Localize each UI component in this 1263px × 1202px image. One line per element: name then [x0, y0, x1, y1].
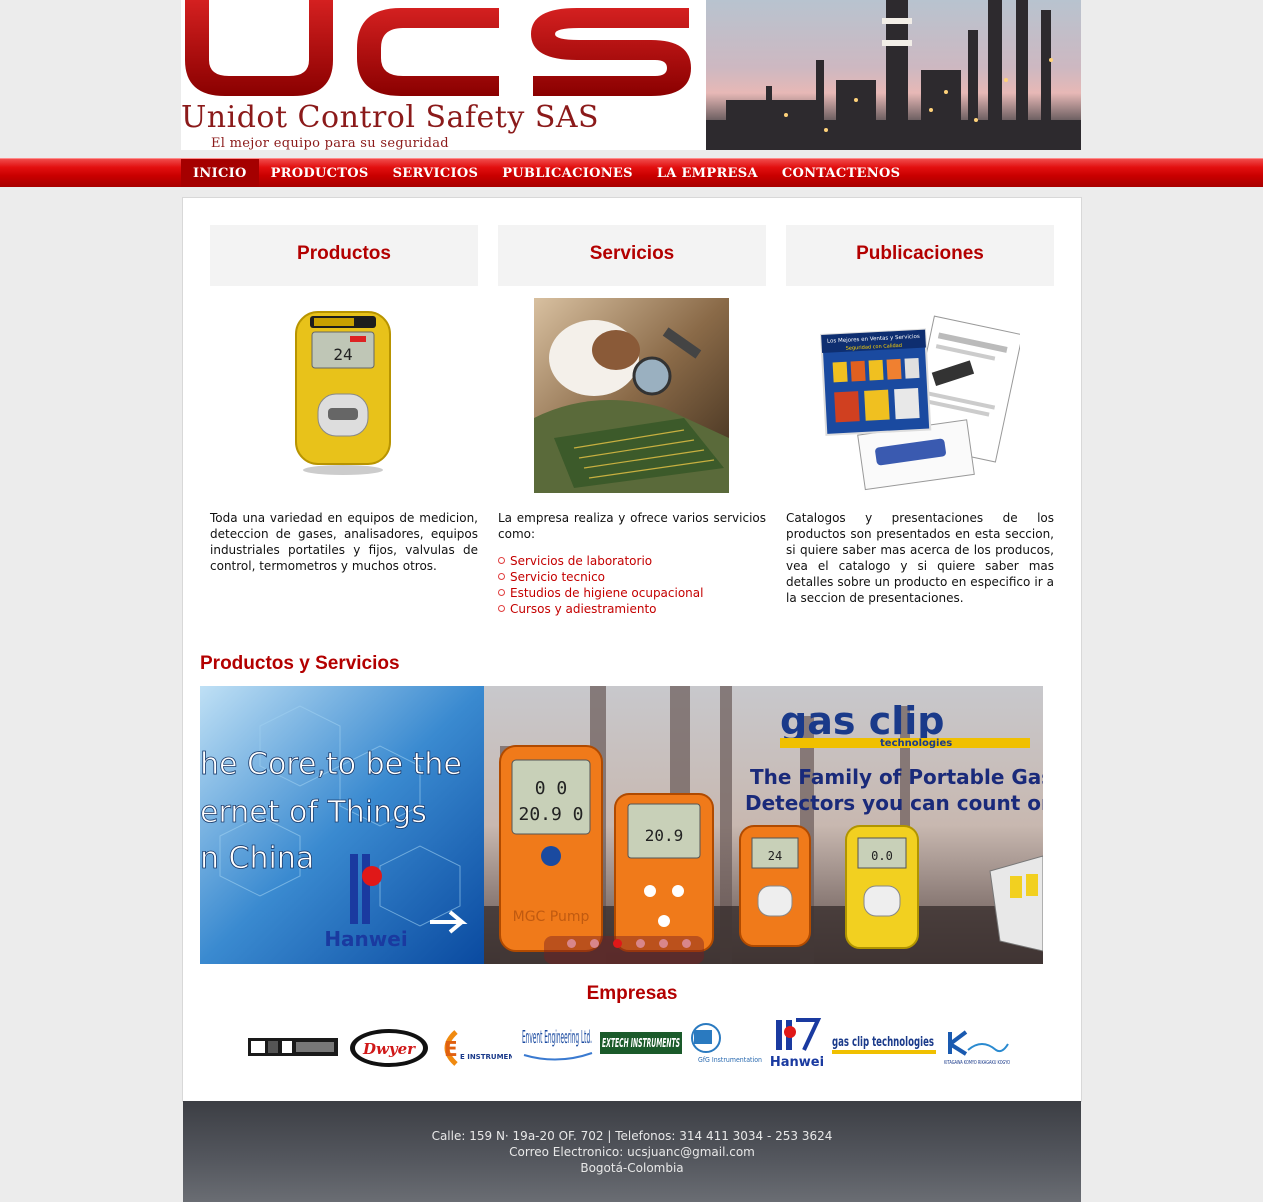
refinery-silhouette: [706, 0, 1081, 150]
ucs-logo-letters: [185, 0, 691, 96]
svg-text:E: E: [444, 1037, 458, 1061]
main-content: Productos 24 Toda una variedad en equipo…: [182, 197, 1082, 1102]
refinery-banner-image: [706, 0, 1081, 150]
gas-detector-image[interactable]: 24: [288, 298, 398, 481]
bullet-icon: [498, 573, 505, 580]
svg-text:Dwyer: Dwyer: [362, 1040, 416, 1058]
gasclip-slide-logo: gas clip: [780, 699, 944, 743]
slide-right-tagline1: The Family of Portable Gas: [750, 765, 1043, 789]
productos-heading[interactable]: Productos: [210, 225, 478, 286]
nav-contactenos[interactable]: CONTACTENOS: [770, 159, 912, 187]
servicio-cursos-link[interactable]: Cursos y adiestramiento: [498, 601, 766, 617]
slide-left-line2: ernet of Things: [200, 795, 427, 830]
nav-la-empresa[interactable]: LA EMPRESA: [645, 159, 770, 187]
slider-image: he Core,to be the ernet of Things n Chin…: [200, 686, 1043, 964]
svg-text:E INSTRUMENTS: E INSTRUMENTS: [460, 1053, 512, 1061]
slider-dot-3[interactable]: [613, 939, 622, 948]
kitagawa-logo[interactable]: KITAGAWA KOMYO RIKAGAKU KOGYO: [942, 1024, 1012, 1069]
bullet-icon: [498, 557, 505, 564]
nav-productos[interactable]: PRODUCTOS: [259, 159, 381, 187]
detector-reading: 24: [333, 345, 352, 364]
footer-address: Calle: 159 N· 19a-20 OF. 702 | Telefonos…: [431, 1129, 833, 1143]
servicios-description: La empresa realiza y ofrece varios servi…: [498, 510, 766, 617]
company-logos: Dwyer EE INSTRUMENTS Envent Engineering …: [248, 1018, 1018, 1073]
logo[interactable]: Unidot Control Safety SAS El mejor equip…: [181, 0, 706, 150]
mgc-label: MGC Pump: [513, 909, 590, 925]
slide-left-line3: n China: [200, 841, 314, 876]
device3-reading: 24: [768, 849, 782, 863]
slide-left-brand: Hanwei: [324, 927, 407, 951]
main-navigation: INICIO PRODUCTOS SERVICIOS PUBLICACIONES…: [0, 158, 1263, 187]
slide-right-tagline2: Detectors you can count on: [745, 791, 1043, 815]
dwyer-logo[interactable]: Dwyer: [349, 1028, 429, 1071]
slider-dot-1[interactable]: [567, 939, 576, 948]
slider-dot-5[interactable]: [659, 939, 668, 948]
extech-logo[interactable]: EXTECH INSTRUMENTS: [600, 1032, 682, 1057]
svg-text:KITAGAWA KOMYO RIKAGAKU KOGYO: KITAGAWA KOMYO RIKAGAKU KOGYO: [944, 1060, 1010, 1066]
svg-text:EXTECH INSTRUMENTS: EXTECH INSTRUMENTS: [602, 1036, 680, 1050]
svg-text:GfG Instrumentation: GfG Instrumentation: [698, 1056, 762, 1064]
publicaciones-description: Catalogos y presentaciones de los produc…: [786, 511, 1054, 605]
envent-logo[interactable]: Envent Engineering Ltd.: [518, 1023, 596, 1068]
productos-column: Productos 24 Toda una variedad en equipo…: [210, 225, 478, 573]
servicios-column: Servicios La empresa realiza y ofrece va…: [498, 225, 766, 616]
bullet-icon: [498, 605, 505, 612]
nav-publicaciones[interactable]: PUBLICACIONES: [490, 159, 645, 187]
empresas-title: Empresas: [586, 983, 678, 1004]
slogan: El mejor equipo para su seguridad: [211, 136, 449, 150]
servicio-tecnico-link[interactable]: Servicio tecnico: [498, 569, 766, 585]
publicaciones-column: Publicaciones Los Mejores en Ventas y Se…: [786, 225, 1054, 605]
servicios-intro: La empresa realiza y ofrece varios servi…: [498, 511, 766, 541]
svg-text:gas clip technologies: gas clip technologies: [832, 1035, 934, 1050]
lab-technician-image[interactable]: [534, 298, 729, 496]
slide-left-line1: he Core,to be the: [200, 747, 462, 782]
svg-text:Hanwei: Hanwei: [770, 1055, 824, 1068]
slider-dot-2[interactable]: [590, 939, 599, 948]
slider-dot-6[interactable]: [682, 939, 691, 948]
device2-reading: 20.9: [645, 826, 684, 845]
servicio-higiene-link[interactable]: Estudios de higiene ocupacional: [498, 585, 766, 601]
mgc-reading2: 20.9 0: [518, 804, 583, 825]
brochure-image[interactable]: Los Mejores en Ventas y Servicios Seguri…: [820, 298, 1024, 496]
productos-servicios-title: Productos y Servicios: [200, 653, 400, 674]
footer-email[interactable]: Correo Electronico: ucsjuanc@gmail.com: [183, 1144, 1081, 1160]
hanwei-logo[interactable]: Hanwei: [768, 1018, 826, 1071]
publicaciones-heading[interactable]: Publicaciones: [786, 225, 1054, 286]
bullet-icon: [498, 589, 505, 596]
servicios-heading[interactable]: Servicios: [498, 225, 766, 286]
servicio-laboratorio-link[interactable]: Servicios de laboratorio: [498, 553, 766, 569]
slider-dot-4[interactable]: [636, 939, 645, 948]
device4-reading: 0.0: [871, 849, 893, 863]
e-instruments-logo[interactable]: EE INSTRUMENTS: [436, 1028, 524, 1071]
svg-text:Envent Engineering Ltd.: Envent Engineering Ltd.: [522, 1027, 592, 1048]
site-footer: Calle: 159 N· 19a-20 OF. 702 | Telefonos…: [183, 1101, 1081, 1202]
gfg-logo[interactable]: GfG Instrumentation: [684, 1022, 764, 1069]
servicios-list: Servicios de laboratorio Servicio tecnic…: [498, 553, 766, 617]
productos-description: Toda una variedad en equipos de medicion…: [210, 511, 478, 573]
company-name: Unidot Control Safety SAS: [181, 100, 600, 135]
site-header: Unidot Control Safety SAS El mejor equip…: [181, 0, 1081, 150]
gasclip-logo[interactable]: gas clip technologies: [832, 1026, 936, 1065]
footer-city: Bogotá-Colombia: [580, 1161, 684, 1175]
mgc-reading1: 0 0: [535, 778, 568, 799]
nav-inicio[interactable]: INICIO: [181, 159, 259, 187]
slider-pagination: [560, 939, 698, 948]
partner-logo-1[interactable]: [248, 1038, 338, 1059]
nav-servicios[interactable]: SERVICIOS: [381, 159, 491, 187]
gasclip-slide-sub: technologies: [880, 738, 952, 749]
image-slider[interactable]: he Core,to be the ernet of Things n Chin…: [200, 686, 1043, 964]
